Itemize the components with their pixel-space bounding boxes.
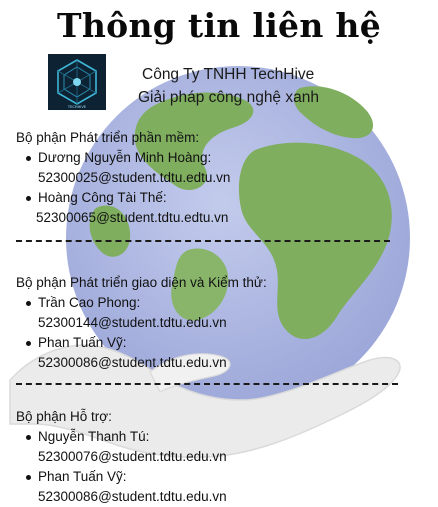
member-email: 52300144@student.tdtu.edu.vn bbox=[38, 315, 227, 330]
member-email: 52300086@student.tdtu.edu.vn bbox=[38, 489, 227, 504]
company-name: Công Ty TNHH TechHive bbox=[142, 66, 315, 83]
list-item: Nguyễn Thanh Tú: 52300076@student.tdtu.e… bbox=[16, 427, 426, 467]
list-item: Hoàng Công Tài Thế: 52300065@student.tdt… bbox=[16, 188, 426, 228]
member-email: 52300025@student.tdtu.edtu.vn bbox=[38, 170, 231, 185]
member-email: 52300076@student.tdtu.edu.vn bbox=[38, 449, 227, 464]
list-item: Phan Tuấn Vỹ: 52300086@student.tdtu.edu.… bbox=[16, 333, 426, 373]
section-divider bbox=[16, 383, 398, 385]
page-title: Thông tin liên hệ bbox=[56, 6, 381, 45]
department-title: Bộ phận Phát triển phần mềm: bbox=[16, 130, 200, 145]
list-item: Phan Tuấn Vỹ: 52300086@student.tdtu.edu.… bbox=[16, 467, 426, 507]
member-email: 52300086@student.tdtu.edu.vn bbox=[38, 355, 227, 370]
member-list: Nguyễn Thanh Tú: 52300076@student.tdtu.e… bbox=[16, 427, 426, 507]
techhive-logo: TECHHIVE bbox=[48, 54, 106, 110]
member-list: Dương Nguyễn Minh Hoàng: 52300025@studen… bbox=[16, 148, 426, 228]
department-support: Bộ phận Hỗ trợ: Nguyễn Thanh Tú: 5230007… bbox=[16, 407, 426, 507]
department-title: Bộ phận Phát triển giao diện và Kiểm thử… bbox=[16, 275, 267, 290]
department-title: Bộ phận Hỗ trợ: bbox=[16, 409, 112, 424]
member-list: Trần Cao Phong: 52300144@student.tdtu.ed… bbox=[16, 293, 426, 373]
department-software: Bộ phận Phát triển phần mềm: Dương Nguyễ… bbox=[16, 128, 426, 228]
department-ui-testing: Bộ phận Phát triển giao diện và Kiểm thử… bbox=[16, 273, 426, 373]
logo-caption: TECHHIVE bbox=[67, 105, 87, 109]
list-item: Trần Cao Phong: 52300144@student.tdtu.ed… bbox=[16, 293, 426, 333]
member-name: Phan Tuấn Vỹ: bbox=[16, 333, 426, 353]
member-name: Hoàng Công Tài Thế: bbox=[16, 188, 426, 208]
member-email: 52300065@student.tdtu.edtu.vn bbox=[36, 210, 229, 225]
list-item: Dương Nguyễn Minh Hoàng: 52300025@studen… bbox=[16, 148, 426, 188]
member-name: Nguyễn Thanh Tú: bbox=[16, 427, 426, 447]
member-name: Phan Tuấn Vỹ: bbox=[16, 467, 426, 487]
company-slogan: Giải pháp công nghệ xanh bbox=[138, 89, 319, 106]
section-divider bbox=[16, 240, 390, 242]
member-name: Dương Nguyễn Minh Hoàng: bbox=[16, 148, 426, 168]
member-name: Trần Cao Phong: bbox=[16, 293, 426, 313]
